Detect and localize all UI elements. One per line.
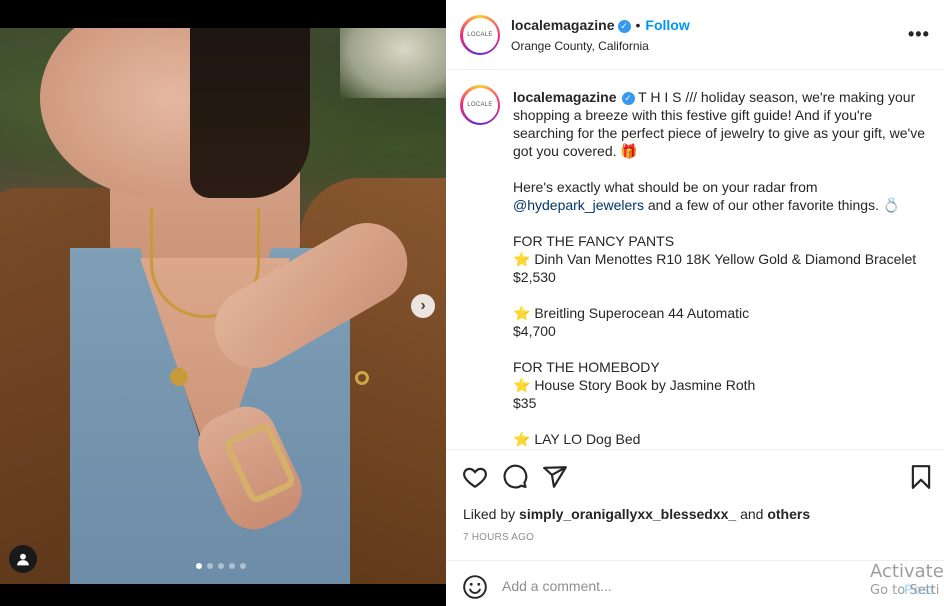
post-image[interactable] <box>0 28 446 584</box>
liked-by-and: and <box>740 506 764 522</box>
photo-hair <box>190 28 310 198</box>
comment-icon[interactable] <box>502 464 528 490</box>
liked-by-prefix: Liked by <box>463 506 516 522</box>
caption-item: ⭐ Breitling Superocean 44 Automatic <box>513 305 750 321</box>
user-tags-button[interactable] <box>9 545 37 573</box>
follow-button[interactable]: Follow <box>645 17 689 33</box>
watermark-line2: Go to Setti <box>870 583 940 598</box>
caption-line: and a few of our other favorite things. … <box>647 197 901 213</box>
bookmark-icon[interactable] <box>908 464 934 490</box>
caption-avatar[interactable]: LOCALE <box>460 85 500 125</box>
caption-radar: Here's exactly what should be on your ra… <box>513 178 925 214</box>
more-options-icon[interactable]: ••• <box>908 24 930 45</box>
emoji-icon[interactable] <box>462 574 488 600</box>
avatar[interactable]: LOCALE <box>460 15 500 55</box>
heart-icon[interactable] <box>462 464 488 490</box>
post-panel: LOCALE localemagazine ✓ • Follow Orange Cou… <box>446 0 944 606</box>
liked-by-user-link[interactable]: simply_oranigallyxx_blessedxx_ <box>519 506 736 522</box>
verified-badge-icon: ✓ <box>617 20 631 33</box>
carousel-dot <box>196 563 202 569</box>
carousel-dot <box>240 563 246 569</box>
caption-price: $35 <box>513 395 537 411</box>
caption-intro: localemagazine ✓ T H I S /// holiday seas… <box>513 88 925 160</box>
liked-by-text: Liked by simply_oranigallyxx_blessedxx_ … <box>463 506 810 522</box>
location-link[interactable]: Orange County, California <box>511 39 649 53</box>
caption-heading: FOR THE FANCY PANTS <box>513 233 675 249</box>
caption-item: ⭐ LAY LO Dog Bed <box>513 431 641 447</box>
caption-username[interactable]: localemagazine <box>513 89 617 105</box>
caption-text: localemagazine ✓ T H I S /// holiday seas… <box>513 88 925 449</box>
caption-item: ⭐ House Story Book by Jasmine Roth <box>513 377 756 393</box>
caption-item-dogbed: ⭐ LAY LO Dog Bed <box>513 430 925 448</box>
person-icon <box>17 553 29 566</box>
username-link[interactable]: localemagazine <box>511 17 615 33</box>
caption-item: ⭐ Dinh Van Menottes R10 18K Yellow Gold … <box>513 251 917 267</box>
post-actions: Liked by simply_oranigallyxx_blessedxx_ … <box>446 449 944 559</box>
mention-link[interactable]: @hydepark_jewelers <box>513 197 644 213</box>
liked-by-others-link[interactable]: others <box>767 506 810 522</box>
caption-avatar-logo: LOCALE <box>462 87 498 123</box>
share-icon[interactable] <box>542 464 568 490</box>
chevron-right-icon: › <box>420 297 426 314</box>
caption-heading: FOR THE HOMEBODY <box>513 359 660 375</box>
caption-verified-badge-icon: ✓ <box>621 92 635 105</box>
photo-pendant <box>170 368 188 386</box>
caption-section-homebody: FOR THE HOMEBODY ⭐ House Story Book by J… <box>513 358 925 412</box>
windows-activation-watermark: Activate Go to Setti <box>870 561 944 598</box>
photo-ring <box>355 371 369 385</box>
watermark-line1: Activate <box>870 561 944 582</box>
caption-line: Here's exactly what should be on your ra… <box>513 179 818 195</box>
header-user-line: localemagazine ✓ • Follow <box>511 17 690 33</box>
photo-sky <box>340 28 446 98</box>
comment-input[interactable] <box>502 575 832 597</box>
avatar-logo: LOCALE <box>462 17 498 53</box>
carousel-dot <box>218 563 224 569</box>
caption-area: LOCALE localemagazine ✓ T H I S /// holid… <box>446 71 944 449</box>
carousel-next-button[interactable]: › <box>411 294 435 318</box>
header-separator: • <box>635 17 641 33</box>
caption-price: $4,700 <box>513 323 556 339</box>
caption-price: $2,530 <box>513 269 556 285</box>
caption-section-fancy: FOR THE FANCY PANTS ⭐ Dinh Van Menottes … <box>513 232 925 286</box>
post-header: LOCALE localemagazine ✓ • Follow Orange Cou… <box>446 0 944 70</box>
carousel-indicator <box>196 563 246 569</box>
caption-item-watch: ⭐ Breitling Superocean 44 Automatic $4,7… <box>513 304 925 340</box>
carousel-dot <box>229 563 235 569</box>
carousel-dot <box>207 563 213 569</box>
post-timestamp[interactable]: 7 HOURS AGO <box>463 532 534 543</box>
